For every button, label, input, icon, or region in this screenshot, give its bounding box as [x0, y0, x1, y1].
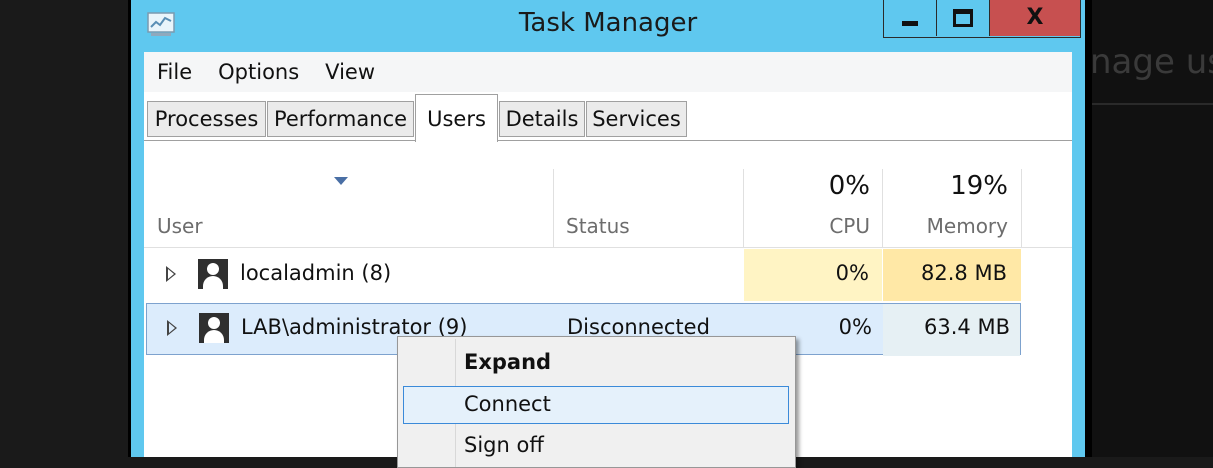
expand-arrow-icon[interactable]: [166, 266, 176, 282]
cpu-total: 0%: [828, 171, 870, 201]
column-divider[interactable]: [1021, 169, 1022, 247]
tab-performance[interactable]: Performance: [267, 101, 414, 137]
tab-processes[interactable]: Processes: [147, 101, 266, 137]
tab-services[interactable]: Services: [586, 101, 687, 137]
background-window-text: nage use: [1090, 42, 1213, 82]
column-header-cpu[interactable]: 0% CPU: [744, 169, 882, 247]
expand-arrow-icon[interactable]: [167, 320, 177, 336]
user-icon: [199, 313, 229, 343]
memory-value: 63.4 MB: [924, 315, 1010, 339]
column-header-memory[interactable]: 19% Memory: [883, 169, 1021, 247]
context-menu-label: Connect: [464, 392, 551, 416]
context-menu: Expand Connect Sign off: [397, 336, 796, 468]
tab-details[interactable]: Details: [499, 101, 585, 137]
table-row[interactable]: localadmin (8) 0% 82.8 MB: [144, 249, 1021, 301]
tab-bar: Processes Performance Users Details Serv…: [144, 92, 1072, 142]
menu-view[interactable]: View: [312, 60, 388, 84]
context-menu-expand[interactable]: Expand: [398, 344, 795, 382]
context-menu-label: Sign off: [464, 433, 544, 457]
memory-value: 82.8 MB: [921, 261, 1007, 285]
context-menu-connect[interactable]: Connect: [403, 386, 789, 424]
cpu-value: 0%: [838, 315, 872, 339]
column-memory-label: Memory: [926, 214, 1008, 238]
maximize-icon: [953, 9, 973, 27]
minimize-icon: [902, 20, 918, 26]
column-header-user[interactable]: User: [144, 169, 552, 247]
menu-bar: File Options View: [144, 52, 1072, 92]
column-header-status[interactable]: Status: [554, 169, 742, 247]
menu-file[interactable]: File: [144, 60, 205, 84]
user-icon: [198, 259, 228, 289]
caption-buttons: X: [883, 0, 1081, 38]
close-button[interactable]: X: [990, 0, 1080, 36]
maximize-button[interactable]: [937, 0, 990, 36]
close-icon: X: [1026, 5, 1044, 30]
tab-users[interactable]: Users: [415, 94, 498, 142]
minimize-button[interactable]: [884, 0, 937, 36]
title-bar[interactable]: Task Manager X: [131, 0, 1085, 52]
header-divider: [144, 247, 1072, 248]
context-menu-label: Expand: [464, 350, 552, 374]
menu-options[interactable]: Options: [205, 60, 312, 84]
column-status-label: Status: [566, 214, 630, 238]
column-cpu-label: CPU: [829, 214, 870, 238]
context-menu-sign-off[interactable]: Sign off: [398, 427, 795, 465]
memory-total: 19%: [950, 171, 1008, 201]
user-name: localadmin (8): [240, 261, 392, 285]
column-user-label: User: [157, 214, 203, 238]
background-window: nage use: [1090, 0, 1213, 457]
cpu-value: 0%: [835, 261, 869, 285]
background-divider: [1090, 103, 1213, 105]
